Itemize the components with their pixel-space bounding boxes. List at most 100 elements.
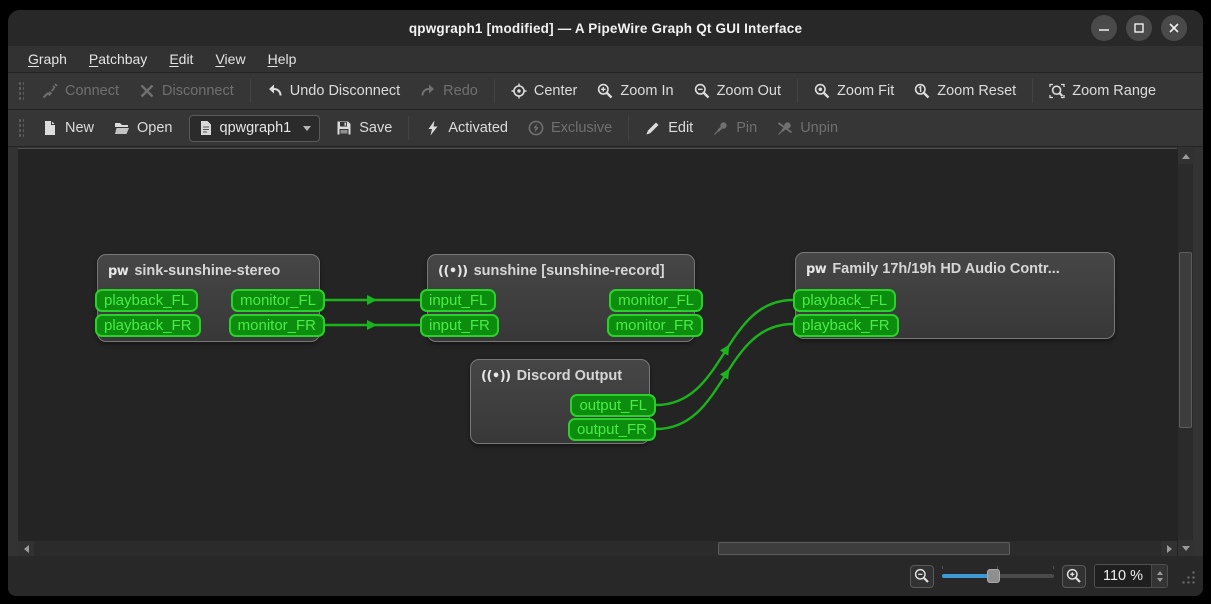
edit-icon xyxy=(646,122,659,135)
zoom-percent-value: 110 % xyxy=(1102,568,1143,584)
activated-icon xyxy=(428,120,438,136)
scroll-down-button[interactable] xyxy=(1178,540,1194,556)
close-button[interactable] xyxy=(1161,15,1187,41)
patchbay-file-select[interactable]: qpwgraph1 xyxy=(188,114,321,142)
vertical-scroll-thumb[interactable] xyxy=(1179,252,1192,428)
connection-wires xyxy=(325,295,794,431)
pipewire-icon: pw xyxy=(108,263,129,279)
redo-button[interactable]: Redo xyxy=(410,78,488,104)
maximize-button[interactable] xyxy=(1126,15,1152,41)
slider-handle[interactable] xyxy=(986,569,1000,583)
port-sink-playback-fr[interactable]: playback_FR xyxy=(95,314,201,337)
save-icon xyxy=(337,121,351,135)
stream-icon: ((•)) xyxy=(481,368,511,384)
slider-tick xyxy=(941,566,943,569)
node-title: Family 17h/19h HD Audio Contr... xyxy=(832,261,1060,277)
zoom-reset-icon xyxy=(915,83,930,99)
patchbay-file-value: qpwgraph1 xyxy=(219,120,292,136)
port-sink-monitor-fl[interactable]: monitor_FL xyxy=(231,289,325,312)
zoom-in-button[interactable]: Zoom In xyxy=(587,78,683,104)
port-discord-output-fr[interactable]: output_FR xyxy=(567,418,656,441)
scroll-down-icon xyxy=(1182,545,1190,551)
connect-icon xyxy=(42,83,58,99)
open-button[interactable]: Open xyxy=(104,115,182,141)
port-family-playback-fr[interactable]: playback_FR xyxy=(793,314,899,337)
undo-disconnect-button[interactable]: Undo Disconnect xyxy=(257,78,410,104)
activated-button[interactable]: Activated xyxy=(415,115,518,141)
toolbar-separator xyxy=(249,79,251,103)
port-discord-output-fl[interactable]: output_FL xyxy=(570,394,656,417)
scroll-right-button[interactable] xyxy=(1161,541,1177,557)
port-sunshine-input-fl[interactable]: input_FL xyxy=(420,289,497,312)
unpin-button[interactable]: Unpin xyxy=(767,115,848,141)
menu-bar: Graph Patchbay Edit View Help xyxy=(8,46,1203,73)
wire-arrow xyxy=(719,344,730,356)
zoom-fit-button[interactable]: Zoom Fit xyxy=(804,78,904,104)
patchbay-file-icon xyxy=(200,121,211,135)
save-button[interactable]: Save xyxy=(326,115,402,141)
scroll-up-button[interactable] xyxy=(1178,148,1194,164)
horizontal-scroll-thumb[interactable] xyxy=(718,542,1010,555)
toolbar-separator xyxy=(797,79,799,103)
exclusive-button[interactable]: Exclusive xyxy=(518,115,622,141)
scroll-left-icon xyxy=(23,545,29,553)
zoom-out-button[interactable]: Zoom Out xyxy=(684,78,791,104)
pin-icon xyxy=(714,122,727,135)
toolbar-separator xyxy=(408,116,410,140)
zoom-percent-spinbox[interactable]: 110 % xyxy=(1093,564,1168,588)
pin-button[interactable]: Pin xyxy=(703,115,767,141)
scroll-right-icon xyxy=(1166,545,1172,553)
toolbar-drag-handle[interactable] xyxy=(18,117,24,139)
close-icon xyxy=(1169,23,1179,33)
slider-fill xyxy=(941,574,992,578)
menu-view[interactable]: View xyxy=(205,48,255,70)
scroll-left-button[interactable] xyxy=(18,541,34,557)
redo-icon xyxy=(421,84,435,96)
menu-graph[interactable]: Graph xyxy=(18,48,77,70)
port-sunshine-monitor-fl[interactable]: monitor_FL xyxy=(609,289,703,312)
zoom-in-small-button[interactable] xyxy=(1061,564,1086,588)
menu-help[interactable]: Help xyxy=(258,48,307,70)
center-button[interactable]: Center xyxy=(501,78,588,104)
zoom-out-small-button[interactable] xyxy=(909,564,934,588)
zoom-slider[interactable] xyxy=(941,566,1054,585)
resize-grip[interactable] xyxy=(1180,568,1195,584)
wire-arrow xyxy=(367,295,377,305)
connect-button[interactable]: Connect xyxy=(32,78,129,104)
disconnect-button[interactable]: Disconnect xyxy=(129,78,244,104)
node-title: sunshine [sunshine-record] xyxy=(473,263,665,279)
disconnect-icon xyxy=(140,84,154,98)
menu-patchbay[interactable]: Patchbay xyxy=(79,48,157,70)
toolbar-separator xyxy=(628,116,630,140)
maximize-icon xyxy=(1134,23,1144,33)
zoom-in-icon xyxy=(1066,568,1081,583)
zoom-fit-icon xyxy=(814,83,830,99)
zoom-out-icon xyxy=(694,83,709,99)
port-sunshine-input-fr[interactable]: input_FR xyxy=(420,314,499,337)
center-icon xyxy=(511,83,527,99)
chevron-down-icon xyxy=(303,125,312,131)
graph-canvas[interactable]: pw sink-sunshine-stereo ((•)) sunshine [… xyxy=(18,148,1177,540)
node-title: sink-sunshine-stereo xyxy=(134,263,281,279)
new-file-icon xyxy=(45,121,55,135)
spin-down-icon[interactable] xyxy=(1156,577,1163,582)
app-window: qpwgraph1 [modified] — A PipeWire Graph … xyxy=(8,10,1203,596)
edit-button[interactable]: Edit xyxy=(635,115,703,141)
horizontal-scrollbar[interactable] xyxy=(18,540,1177,557)
port-sink-monitor-fr[interactable]: monitor_FR xyxy=(228,314,325,337)
vertical-scrollbar[interactable] xyxy=(1177,148,1194,556)
new-button[interactable]: New xyxy=(32,115,104,141)
toolbar-drag-handle[interactable] xyxy=(18,80,24,102)
zoom-range-button[interactable]: Zoom Range xyxy=(1039,78,1166,104)
spin-up-icon[interactable] xyxy=(1156,570,1163,575)
toolbar-separator xyxy=(493,79,495,103)
menu-edit[interactable]: Edit xyxy=(159,48,203,70)
port-sunshine-monitor-fr[interactable]: monitor_FR xyxy=(606,314,703,337)
title-bar[interactable]: qpwgraph1 [modified] — A PipeWire Graph … xyxy=(8,10,1203,46)
exclusive-icon xyxy=(528,120,544,136)
patchbay-toolbar: New Open qpwgraph1 Save Activated Exclus… xyxy=(8,110,1203,147)
zoom-reset-button[interactable]: Zoom Reset xyxy=(904,78,1026,104)
port-family-playback-fl[interactable]: playback_FL xyxy=(793,289,897,312)
port-sink-playback-fl[interactable]: playback_FL xyxy=(95,289,199,312)
minimize-button[interactable] xyxy=(1091,15,1117,41)
